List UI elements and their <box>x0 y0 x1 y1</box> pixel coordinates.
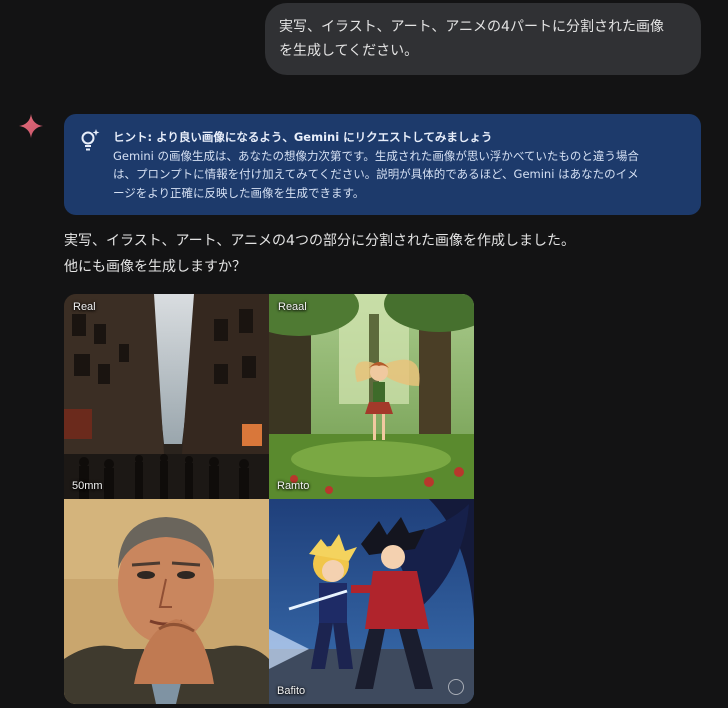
image-top-label: Reaal <box>278 301 307 313</box>
generated-image-grid: Real 50mm Reaal Ramto Bafito <box>64 294 474 704</box>
hint-card: ヒント: より良い画像になるよう、Gemini にリクエストしてみましょう Ge… <box>64 114 701 215</box>
oil-portrait-art <box>64 499 269 704</box>
anime-fight-image <box>269 499 474 704</box>
gemini-sparkle-icon <box>19 114 43 138</box>
street-photo-image <box>64 294 269 499</box>
image-top-label: Real <box>73 301 96 313</box>
lightbulb-sparkle-icon <box>81 129 100 151</box>
sparkle-watermark-icon <box>448 679 464 695</box>
generated-image-art[interactable] <box>64 499 269 704</box>
user-message-line-2: を生成してください。 <box>279 43 419 59</box>
generated-image-illustration[interactable]: Reaal Ramto <box>269 294 474 499</box>
image-bottom-label: 50mm <box>72 480 103 492</box>
response-line-2: 他にも画像を生成しますか？ <box>64 259 246 275</box>
generated-image-photo[interactable]: Real 50mm <box>64 294 269 499</box>
hint-body-line-3: ージをより正確に反映した画像を生成できます。 <box>113 185 365 200</box>
hint-body-line-1: Gemini の画像生成は、あなたの想像力次第です。生成された画像が思い浮かべて… <box>113 148 639 163</box>
assistant-response: 実写、イラスト、アート、アニメの4つの部分に分割された画像を作成しました。 他に… <box>64 228 664 280</box>
response-line-1: 実写、イラスト、アート、アニメの4つの部分に分割された画像を作成しました。 <box>64 233 575 249</box>
hint-title: ヒント: より良い画像になるよう、Gemini にリクエストしてみましょう <box>113 130 493 144</box>
forest-fairy-illustration <box>269 294 474 499</box>
image-bottom-label: Ramto <box>277 480 310 492</box>
hint-body-line-2: は、プロンプトに情報を付け加えてみてください。説明が具体的であるほど、Gemin… <box>113 167 639 181</box>
image-bottom-label: Bafito <box>277 685 306 697</box>
user-message-bubble: 実写、イラスト、アート、アニメの4パートに分割された画像 を生成してください。 <box>265 3 701 75</box>
user-message-line-1: 実写、イラスト、アート、アニメの4パートに分割された画像 <box>279 19 664 35</box>
generated-image-anime[interactable]: Bafito <box>269 499 474 704</box>
